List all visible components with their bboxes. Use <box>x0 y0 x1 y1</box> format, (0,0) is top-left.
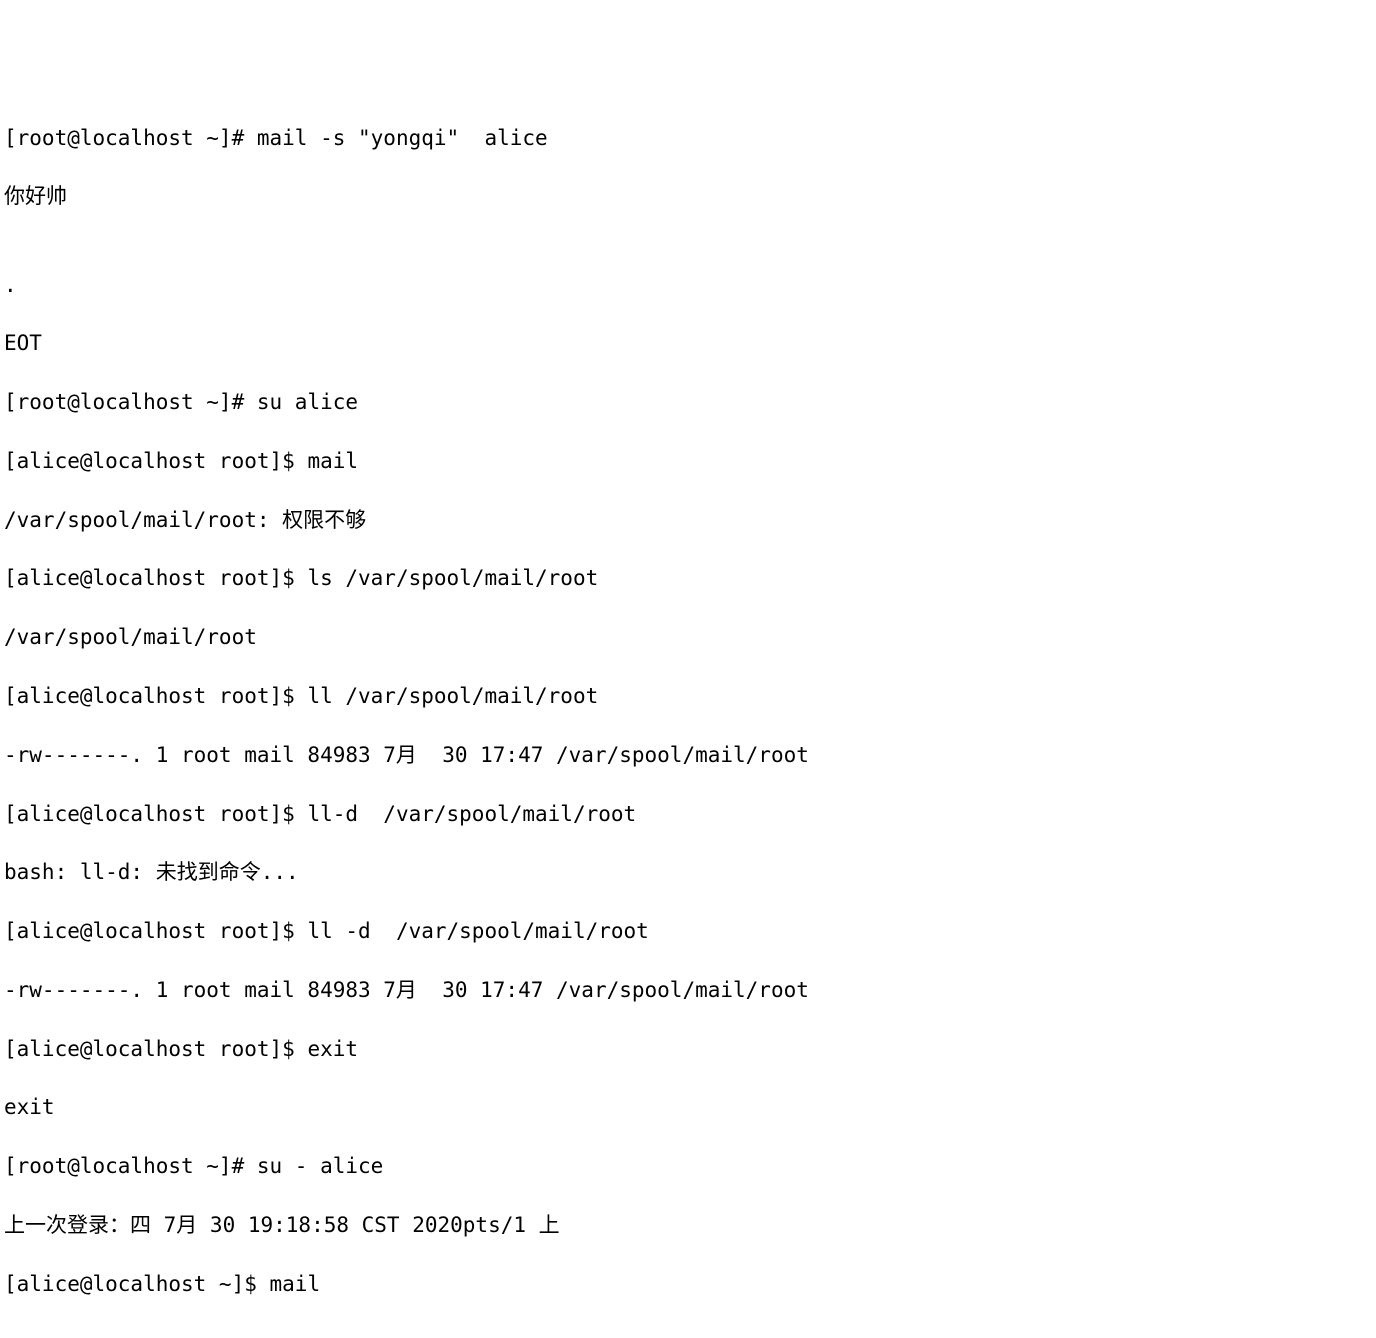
terminal-line: [alice@localhost root]$ ll -d /var/spool… <box>4 917 1372 946</box>
terminal-line: [alice@localhost root]$ ll /var/spool/ma… <box>4 682 1372 711</box>
terminal-line: 上一次登录：四 7月 30 19:18:58 CST 2020pts/1 上 <box>4 1211 1372 1240</box>
shell-output: 上一次登录：四 7月 30 19:18:58 CST 2020pts/1 上 <box>4 1213 560 1237</box>
shell-output: 你好帅 <box>4 184 67 208</box>
shell-prompt: [alice@localhost root]$ <box>4 566 307 590</box>
terminal-line: -rw-------. 1 root mail 84983 7月 30 17:4… <box>4 741 1372 770</box>
shell-output: exit <box>4 1095 55 1119</box>
terminal-line: [alice@localhost ~]$ mail <box>4 1270 1372 1299</box>
shell-prompt: [root@localhost ~]# <box>4 390 257 414</box>
shell-command: ll-d /var/spool/mail/root <box>307 802 636 826</box>
shell-output: bash: ll-d: 未找到命令... <box>4 860 299 884</box>
shell-command: ll -d /var/spool/mail/root <box>307 919 648 943</box>
shell-prompt: [root@localhost ~]# <box>4 126 257 150</box>
shell-command: su - alice <box>257 1154 383 1178</box>
shell-command: ll /var/spool/mail/root <box>307 684 598 708</box>
shell-output: /var/spool/mail/root: 权限不够 <box>4 508 366 532</box>
terminal-line: [root@localhost ~]# su alice <box>4 388 1372 417</box>
terminal-line: 你好帅 <box>4 182 1372 211</box>
terminal-line: bash: ll-d: 未找到命令... <box>4 858 1372 887</box>
shell-output: /var/spool/mail/root <box>4 625 257 649</box>
shell-output: -rw-------. 1 root mail 84983 7月 30 17:4… <box>4 978 809 1002</box>
terminal-line: EOT <box>4 329 1372 358</box>
shell-command: ls /var/spool/mail/root <box>307 566 598 590</box>
shell-command: mail -s "yongqi" alice <box>257 126 548 150</box>
shell-prompt: [alice@localhost ~]$ <box>4 1272 270 1296</box>
terminal-line: -rw-------. 1 root mail 84983 7月 30 17:4… <box>4 976 1372 1005</box>
shell-prompt: [alice@localhost root]$ <box>4 684 307 708</box>
shell-output: -rw-------. 1 root mail 84983 7月 30 17:4… <box>4 743 809 767</box>
shell-prompt: [root@localhost ~]# <box>4 1154 257 1178</box>
shell-command: mail <box>270 1272 321 1296</box>
terminal-window[interactable]: [root@localhost ~]# mail -s "yongqi" ali… <box>4 124 1372 1329</box>
terminal-line: [alice@localhost root]$ ls /var/spool/ma… <box>4 564 1372 593</box>
shell-output: EOT <box>4 331 42 355</box>
shell-prompt: [alice@localhost root]$ <box>4 919 307 943</box>
shell-prompt: [alice@localhost root]$ <box>4 802 307 826</box>
shell-output: . <box>4 273 17 297</box>
terminal-line: /var/spool/mail/root: 权限不够 <box>4 506 1372 535</box>
shell-prompt: [alice@localhost root]$ <box>4 1037 307 1061</box>
terminal-line: [alice@localhost root]$ exit <box>4 1035 1372 1064</box>
shell-prompt: [alice@localhost root]$ <box>4 449 307 473</box>
terminal-line: . <box>4 271 1372 300</box>
terminal-line: [root@localhost ~]# mail -s "yongqi" ali… <box>4 124 1372 153</box>
shell-command: mail <box>307 449 358 473</box>
terminal-line: [alice@localhost root]$ ll-d /var/spool/… <box>4 800 1372 829</box>
shell-command: su alice <box>257 390 358 414</box>
terminal-line: exit <box>4 1093 1372 1122</box>
terminal-line: [alice@localhost root]$ mail <box>4 447 1372 476</box>
terminal-line: /var/spool/mail/root <box>4 623 1372 652</box>
terminal-line: [root@localhost ~]# su - alice <box>4 1152 1372 1181</box>
shell-command: exit <box>307 1037 358 1061</box>
